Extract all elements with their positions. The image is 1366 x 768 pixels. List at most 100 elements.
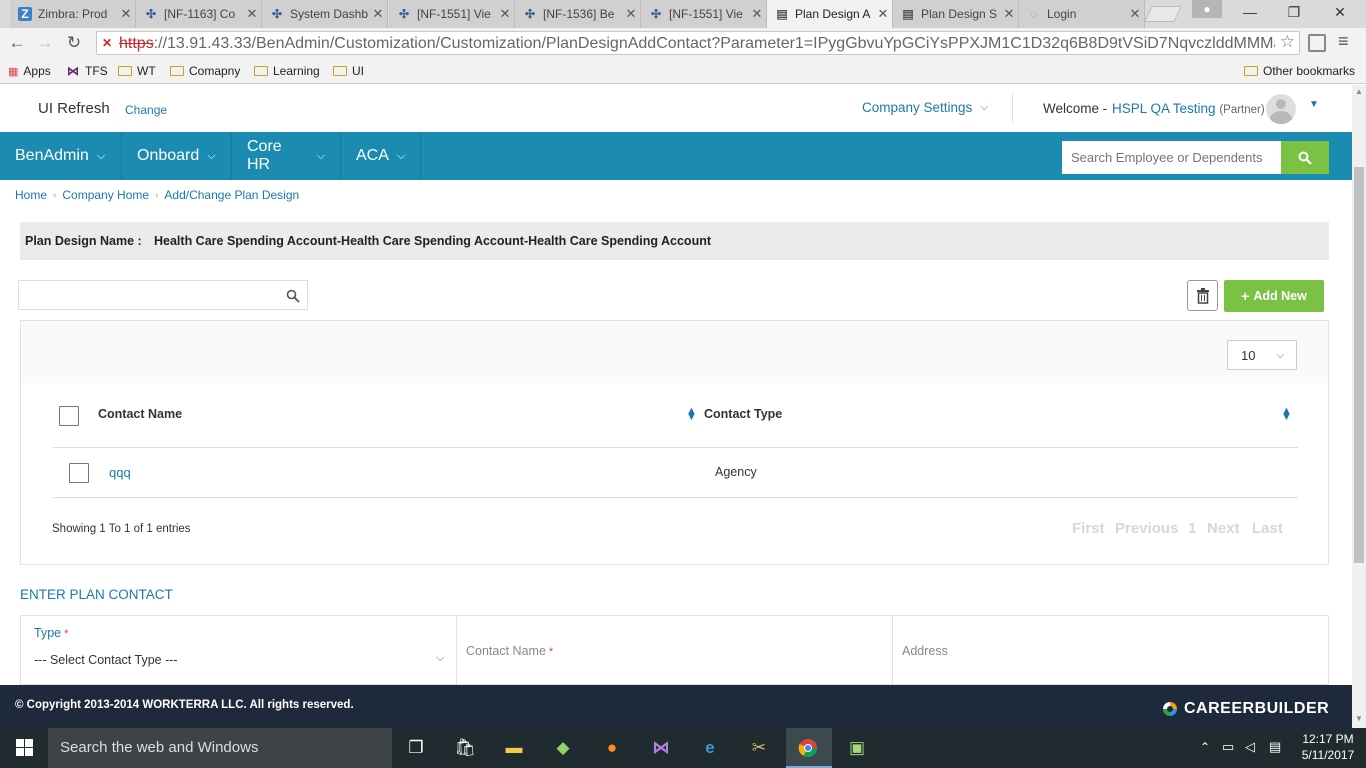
page-size-select[interactable]: 10 ⌵	[1227, 340, 1297, 370]
browser-tab[interactable]: ◌ Login ✕	[1019, 0, 1145, 28]
reload-icon[interactable]: ↻	[62, 32, 86, 54]
close-tab-icon[interactable]: ✕	[748, 6, 766, 22]
column-header-contact-name[interactable]: Contact Name	[98, 407, 182, 421]
bookmark-tfs[interactable]: ⋈ TFS	[67, 62, 108, 80]
avatar[interactable]	[1266, 94, 1296, 124]
network-icon[interactable]: ▭	[1222, 739, 1234, 755]
profile-icon[interactable]: ●	[1192, 0, 1222, 18]
taskbar-clock[interactable]: 12:17 PM 5/11/2017	[1300, 732, 1356, 762]
windows-start-icon[interactable]	[16, 739, 33, 759]
browser-tab[interactable]: ▤ Plan Design S ✕	[893, 0, 1019, 28]
browser-tab[interactable]: ✣ [NF-1551] Vie ✕	[389, 0, 515, 28]
address-bar[interactable]: ✕ https://13.91.43.33/BenAdmin/Customiza…	[96, 31, 1300, 55]
browser-tab[interactable]: ✣ [NF-1551] Vie ✕	[641, 0, 767, 28]
contact-name-link[interactable]: qqq	[109, 465, 131, 480]
breadcrumb-separator-icon: ›	[155, 189, 159, 201]
browser-tab[interactable]: Z Zimbra: Prod ✕	[10, 0, 136, 28]
restore-window-icon[interactable]: ❐	[1272, 0, 1316, 24]
file-explorer-icon[interactable]: ▬	[500, 734, 528, 762]
store-icon[interactable]: 🛍	[451, 734, 479, 762]
breadcrumb-home[interactable]: Home	[15, 188, 47, 202]
scroll-down-icon[interactable]: ▼	[1355, 714, 1363, 723]
contact-name-field[interactable]: Contact Name *	[457, 616, 893, 684]
close-tab-icon[interactable]: ✕	[874, 6, 892, 22]
pager-page-1[interactable]: 1	[1188, 520, 1196, 537]
nav-benadmin[interactable]: BenAdmin ⌵	[0, 132, 122, 180]
pager-next[interactable]: Next	[1207, 520, 1240, 537]
forward-arrow-icon[interactable]: →	[33, 32, 57, 54]
tools-icon[interactable]: ✂	[745, 734, 773, 762]
visual-studio-icon[interactable]: ⋈	[647, 734, 675, 762]
close-tab-icon[interactable]: ✕	[369, 6, 387, 22]
close-tab-icon[interactable]: ✕	[496, 6, 514, 22]
taskbar-search-box[interactable]: Search the web and Windows	[48, 728, 392, 768]
address-field[interactable]: Address	[893, 616, 1328, 684]
welcome-label: Welcome -	[1043, 101, 1108, 116]
pager-first[interactable]: First	[1072, 520, 1105, 537]
bookmark-star-icon[interactable]: ☆	[1280, 32, 1295, 52]
browser-toolbar: ← → ↻ ✕ https://13.91.43.33/BenAdmin/Cus…	[0, 28, 1366, 58]
task-view-icon[interactable]: ❐	[402, 734, 430, 762]
chrome-taskbar-button[interactable]	[786, 728, 832, 768]
company-settings-menu[interactable]: Company Settings ⌵	[862, 100, 988, 115]
row-checkbox[interactable]	[69, 463, 89, 483]
breadcrumb-current[interactable]: Add/Change Plan Design	[164, 188, 299, 202]
type-field[interactable]: Type * --- Select Contact Type --- ⌵	[21, 616, 457, 684]
volume-muted-icon[interactable]: ◁	[1245, 739, 1255, 755]
delete-button[interactable]	[1187, 280, 1218, 311]
change-link[interactable]: Change	[125, 103, 167, 117]
pager-last[interactable]: Last	[1252, 520, 1283, 537]
minimize-window-icon[interactable]: —	[1228, 0, 1272, 24]
page-icon: ▤	[776, 7, 788, 21]
column-header-contact-type[interactable]: Contact Type	[704, 407, 782, 421]
sort-icon[interactable]: ▲ ▼	[1281, 406, 1292, 423]
browser-tab[interactable]: ✣ System Dashb ✕	[262, 0, 388, 28]
browser-tab[interactable]: ✣ [NF-1536] Be ✕	[515, 0, 641, 28]
back-arrow-icon[interactable]: ←	[5, 32, 29, 54]
bookmark-wt[interactable]: WT	[118, 62, 156, 80]
nav-core-hr[interactable]: Core HR ⌵	[232, 132, 341, 180]
sort-icon[interactable]: ▲ ▼	[686, 406, 697, 423]
close-tab-icon[interactable]: ✕	[243, 6, 261, 22]
employee-search-input[interactable]	[1062, 141, 1282, 174]
edge-icon[interactable]: e	[696, 734, 724, 762]
bookmark-learning[interactable]: Learning	[254, 62, 320, 80]
contact-filter-input[interactable]	[18, 280, 308, 310]
user-menu-caret-icon[interactable]: ▼	[1309, 99, 1319, 110]
close-tab-icon[interactable]: ✕	[117, 6, 135, 22]
loading-icon: ◌	[1030, 7, 1038, 21]
extension-icon[interactable]	[1308, 34, 1326, 52]
close-tab-icon[interactable]: ✕	[1126, 6, 1144, 22]
new-tab-button[interactable]	[1144, 6, 1182, 22]
close-tab-icon[interactable]: ✕	[622, 6, 640, 22]
contact-name-label: Contact Name *	[466, 644, 554, 658]
zimbra-icon: Z	[18, 7, 32, 21]
browser-menu-icon[interactable]: ≡	[1338, 31, 1349, 52]
nav-aca[interactable]: ACA ⌵	[341, 132, 421, 180]
bookmark-comapny[interactable]: Comapny	[170, 62, 240, 80]
scroll-up-icon[interactable]: ▲	[1355, 87, 1363, 96]
breadcrumb-company-home[interactable]: Company Home	[62, 188, 149, 202]
chevron-down-icon: ⌵	[316, 149, 325, 162]
user-name[interactable]: HSPL QA Testing (Partner)	[1112, 101, 1265, 116]
select-all-checkbox[interactable]	[59, 406, 79, 426]
nav-onboard[interactable]: Onboard ⌵	[122, 132, 232, 180]
table-row: qqq Agency	[53, 448, 1298, 498]
bookmark-apps[interactable]: ▦ Apps	[8, 62, 51, 80]
bookmark-ui[interactable]: UI	[333, 62, 364, 80]
add-new-button[interactable]: + Add New	[1224, 280, 1324, 312]
scrollbar-thumb[interactable]	[1354, 167, 1364, 563]
bookmark-other[interactable]: Other bookmarks	[1244, 62, 1355, 80]
notes-app-icon[interactable]: ◆	[549, 734, 577, 762]
pager-previous[interactable]: Previous	[1115, 520, 1178, 537]
browser-tab-active[interactable]: ▤ Plan Design A ✕	[767, 0, 893, 28]
spreadsheet-app-icon[interactable]: ▣	[843, 734, 871, 762]
firefox-icon[interactable]: ●	[598, 734, 626, 762]
browser-tab[interactable]: ✣ [NF-1163] Co ✕	[136, 0, 262, 28]
message-icon[interactable]: ▤	[1269, 739, 1281, 755]
close-window-icon[interactable]: ✕	[1318, 0, 1362, 24]
close-tab-icon[interactable]: ✕	[1000, 6, 1018, 22]
tray-chevron-up-icon[interactable]: ⌃	[1200, 740, 1210, 754]
contact-type-select[interactable]: --- Select Contact Type ---	[34, 653, 178, 667]
employee-search-button[interactable]	[1281, 141, 1329, 174]
